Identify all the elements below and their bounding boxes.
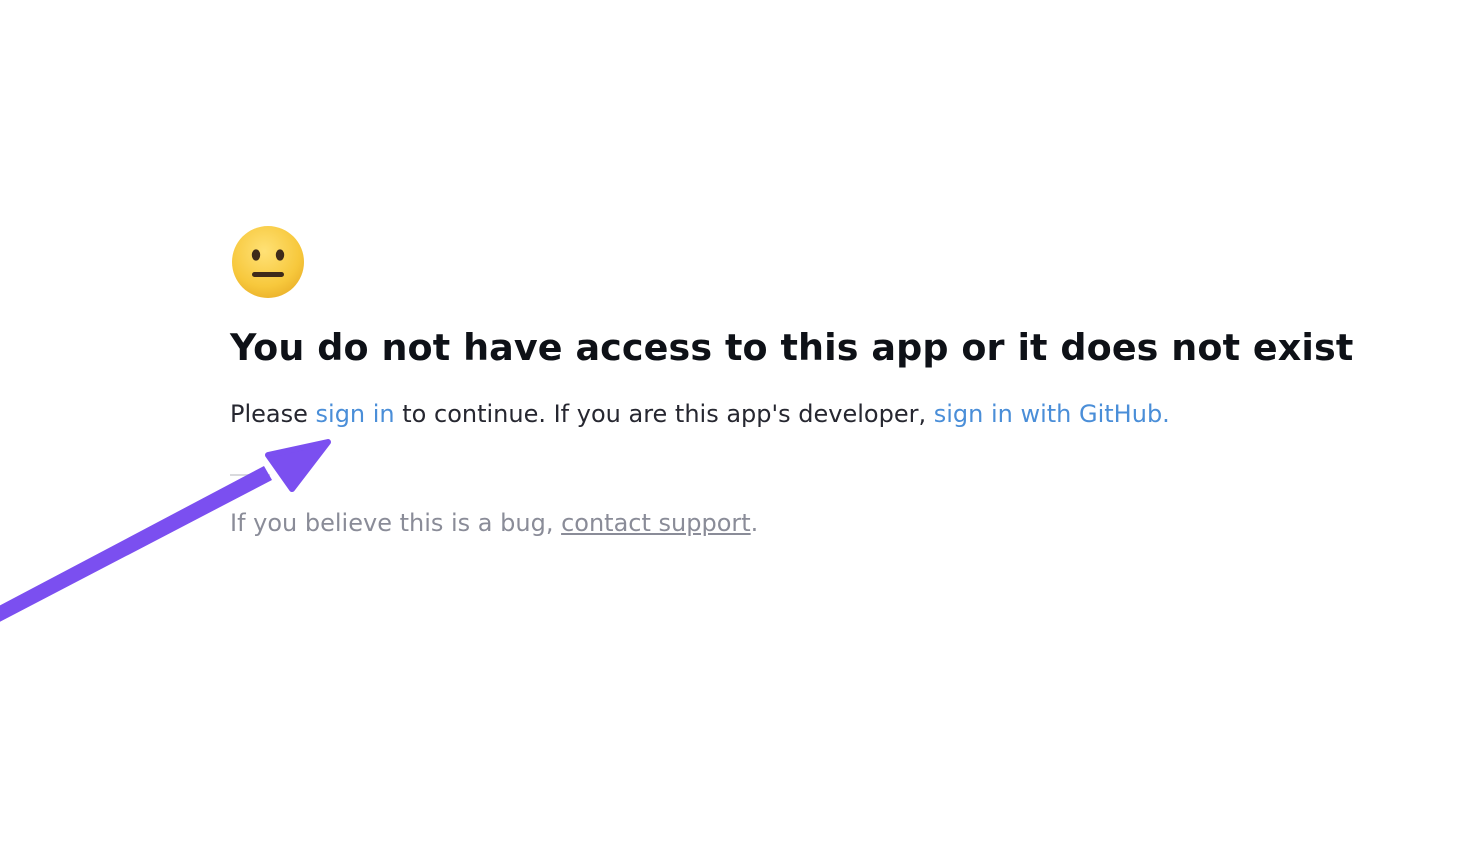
divider	[230, 474, 270, 476]
page-title: You do not have access to this app or it…	[230, 326, 1354, 369]
message-middle: to continue. If you are this app's devel…	[394, 400, 934, 428]
support-suffix: .	[750, 509, 759, 537]
sign-in-link[interactable]: sign in	[316, 400, 395, 428]
neutral-face-icon	[232, 226, 304, 298]
access-denied-panel: You do not have access to this app or it…	[230, 224, 1354, 540]
support-message: If you believe this is a bug, contact su…	[230, 506, 1330, 540]
support-prefix: If you believe this is a bug,	[230, 509, 562, 537]
page: You do not have access to this app or it…	[0, 0, 1470, 866]
contact-support-link[interactable]: contact support	[561, 509, 751, 537]
access-message: Please sign in to continue. If you are t…	[230, 397, 1330, 431]
sign-in-with-github-link[interactable]: sign in with GitHub.	[934, 400, 1170, 428]
message-prefix: Please	[230, 400, 316, 428]
